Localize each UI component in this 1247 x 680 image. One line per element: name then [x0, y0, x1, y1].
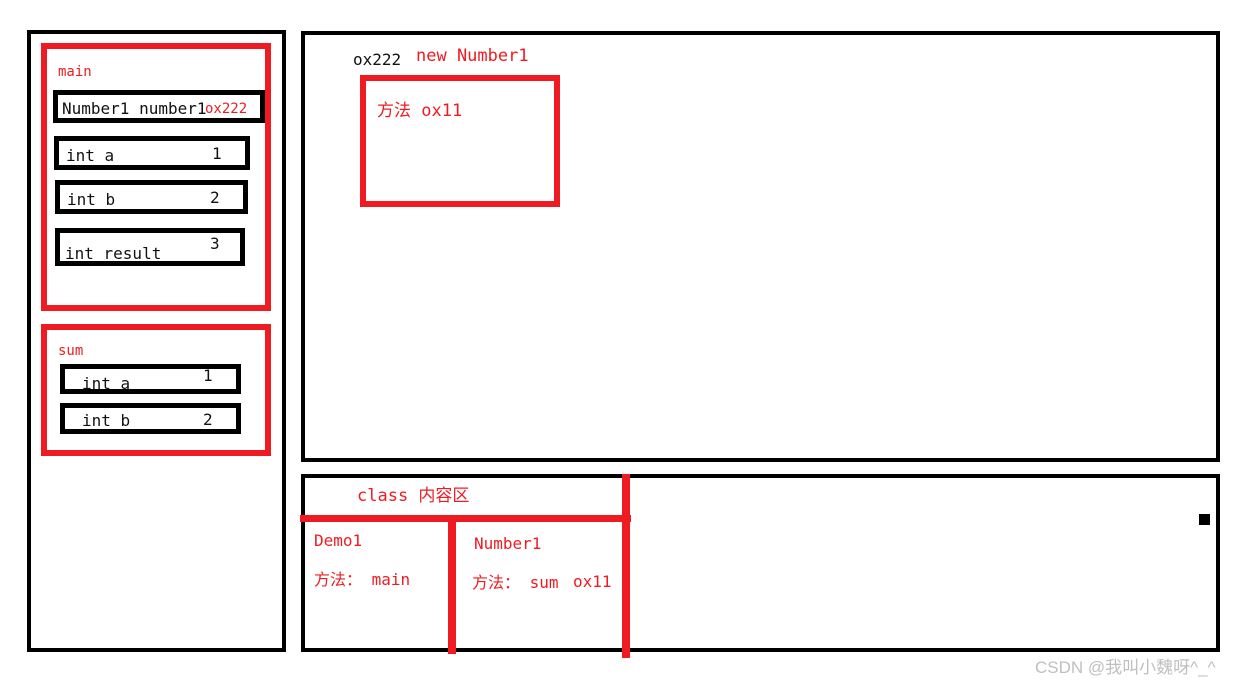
- stack-row-name: int b: [67, 190, 116, 209]
- stack-row-name: int result: [65, 244, 162, 263]
- stack-row-name: int b: [82, 411, 131, 430]
- stack-row-name: int a: [66, 146, 115, 165]
- class-column-methods-demo1: 方法： main: [314, 570, 411, 589]
- stack-row-int-a-wrap: int a 1: [54, 136, 250, 170]
- diagram-canvas: main Number1 number1 ox222 int a 1 int b…: [0, 0, 1247, 680]
- stack-row-value: ox222: [205, 101, 248, 117]
- stack-row-value: 2: [203, 410, 213, 429]
- stack-frame-sum-title: sum: [58, 343, 84, 359]
- stack-row-int-result-wrap: int result 3: [55, 228, 245, 266]
- stack-row-sum-int-b-wrap: int b 2: [60, 403, 241, 434]
- stack-frame-main: [41, 43, 271, 311]
- class-panel-divider-vertical-1: [448, 516, 456, 654]
- watermark: CSDN @我叫小魏呀^_^: [1035, 658, 1216, 677]
- stack-row-sum-int-a-wrap: int a 1: [60, 364, 241, 394]
- class-panel-divider-horizontal: [300, 515, 631, 522]
- stack-row-number1-wrap: Number1 number1 ox222: [53, 90, 265, 123]
- heap-object-box: [360, 75, 560, 207]
- heap-object-method-ref: 方法 ox11: [377, 101, 463, 121]
- stack-row-value: 1: [212, 144, 222, 163]
- class-panel-divider-vertical-2: [622, 474, 630, 658]
- stray-mark: [1199, 514, 1210, 525]
- class-column-name-number1: Number1: [474, 534, 542, 553]
- class-column-methods-number1: 方法： sum: [472, 573, 559, 592]
- class-column-name-demo1: Demo1: [314, 531, 363, 550]
- class-column-address-number1: ox11: [573, 572, 612, 591]
- stack-row-value: 3: [210, 234, 220, 253]
- heap-object-label: new Number1: [416, 46, 529, 66]
- stack-frame-main-title: main: [58, 64, 92, 80]
- class-panel-title: class 内容区: [357, 486, 470, 506]
- stack-row-int-b-wrap: int b 2: [55, 180, 248, 214]
- stack-row-name: Number1 number1: [62, 99, 207, 118]
- stack-row-value: 1: [203, 366, 213, 385]
- stack-row-value: 2: [210, 188, 220, 207]
- stack-row-name: int a: [82, 374, 131, 393]
- heap-object-address: ox222: [353, 50, 402, 69]
